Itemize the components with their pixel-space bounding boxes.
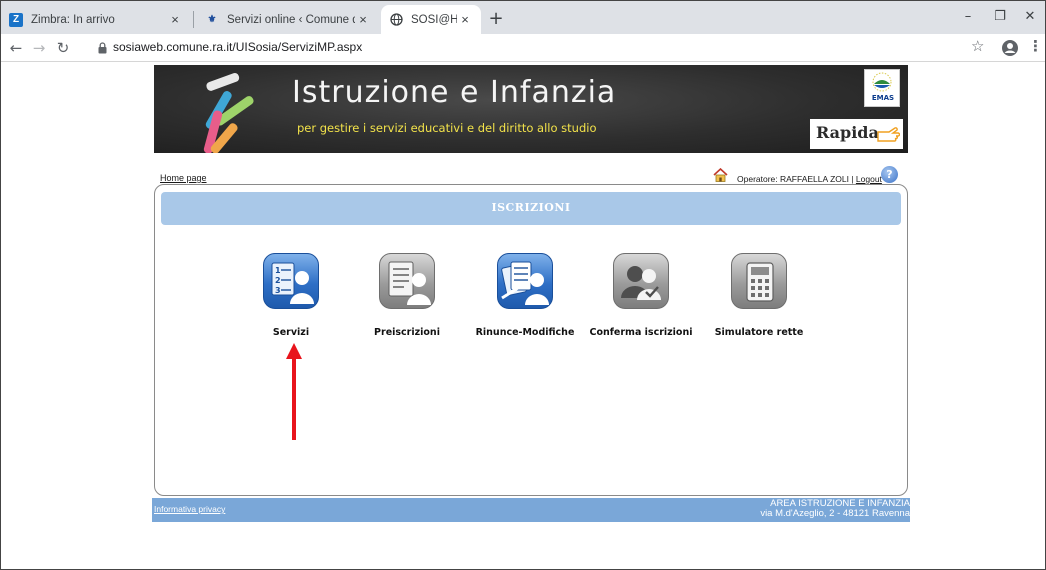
simulatore-rette-button[interactable]	[731, 253, 787, 309]
banner-title: Istruzione e Infanzia	[292, 75, 617, 110]
tab-sosi-home[interactable]: SOSI@HOME - Softech srl ×	[381, 5, 481, 34]
reload-icon[interactable]: ↻	[52, 37, 74, 59]
tab-zimbra[interactable]: Z Zimbra: In arrivo ×	[1, 5, 191, 34]
privacy-link[interactable]: Informativa privacy	[154, 504, 225, 514]
iscrizioni-panel: ISCRIZIONI	[154, 184, 908, 496]
restore-icon[interactable]: ❐	[985, 7, 1015, 27]
forward-icon[interactable]: →	[28, 37, 50, 59]
servizi-label[interactable]: Servizi	[256, 327, 326, 338]
documents-person-icon	[501, 261, 549, 305]
browser-toolbar: ← → ↻ sosiaweb.comune.ra.it/UISosia/Serv…	[1, 34, 1045, 62]
preiscrizioni-button[interactable]	[379, 253, 435, 309]
close-tab-icon[interactable]: ×	[355, 12, 371, 28]
emas-logo: EMAS	[864, 69, 900, 107]
footer-address-line2: via M.d'Azeglio, 2 - 48121 Ravenna	[760, 508, 910, 519]
rinunce-modifiche-button[interactable]	[497, 253, 553, 309]
servizi-button[interactable]: 1 2 3	[263, 253, 319, 309]
document-person-icon	[388, 261, 431, 305]
close-tab-icon[interactable]: ×	[167, 12, 183, 28]
home-page-link[interactable]: Home page	[160, 173, 207, 183]
browser-window: Z Zimbra: In arrivo × ⚜ Servizi online ‹…	[0, 0, 1046, 570]
conferma-iscrizioni-label[interactable]: Conferma iscrizioni	[585, 327, 697, 338]
svg-text:3: 3	[275, 286, 281, 295]
tab-separator	[193, 11, 194, 28]
header-banner: Istruzione e Infanzia per gestire i serv…	[154, 65, 908, 153]
panel-title: ISCRIZIONI	[491, 201, 571, 214]
numbered-list-person-icon: 1 2 3	[271, 262, 314, 304]
operator-separator: |	[848, 174, 856, 184]
simulatore-rette-label[interactable]: Simulatore rette	[711, 327, 807, 338]
people-check-icon	[621, 266, 661, 300]
emas-label: EMAS	[871, 94, 895, 102]
close-tab-icon[interactable]: ×	[457, 12, 473, 28]
footer-address: AREA ISTRUZIONE E INFANZIA via M.d'Azegl…	[760, 499, 910, 519]
rapida-label: Rapida	[816, 123, 879, 142]
close-window-icon[interactable]: ✕	[1015, 7, 1045, 27]
lock-icon	[98, 42, 107, 54]
profile-icon[interactable]	[1001, 39, 1019, 57]
rinunce-modifiche-label[interactable]: Rinunce-Modifiche	[470, 327, 580, 338]
page-footer: Informativa privacy AREA ISTRUZIONE E IN…	[152, 498, 910, 522]
comune-icon: ⚜	[207, 14, 217, 25]
chalk-sticks-icon	[203, 72, 254, 153]
conferma-iscrizioni-button[interactable]	[613, 253, 669, 309]
banner-subtitle: per gestire i servizi educativi e del di…	[297, 121, 597, 135]
tab-title: Servizi online ‹ Comune di Raven	[227, 13, 355, 26]
preiscrizioni-label[interactable]: Preiscrizioni	[367, 327, 447, 338]
globe-icon	[389, 13, 403, 27]
svg-text:1: 1	[275, 266, 281, 275]
calculator-icon	[746, 262, 774, 302]
rapida-logo: Rapida	[810, 119, 903, 149]
pointing-hand-icon	[877, 127, 900, 142]
address-bar[interactable]: sosiaweb.comune.ra.it/UISosia/ServiziMP.…	[113, 40, 362, 54]
red-arrow-annotation	[286, 343, 302, 440]
tab-title: Zimbra: In arrivo	[31, 13, 115, 26]
svg-text:2: 2	[275, 276, 281, 285]
kebab-menu-icon[interactable]: ⋮	[1028, 37, 1043, 55]
new-tab-button[interactable]: +	[485, 9, 507, 31]
logout-link[interactable]: Logout	[856, 174, 882, 184]
home-icon[interactable]	[713, 168, 728, 182]
back-icon[interactable]: ←	[5, 37, 27, 59]
emas-emblem-icon	[872, 72, 892, 92]
tab-strip: Z Zimbra: In arrivo × ⚜ Servizi online ‹…	[1, 1, 1045, 34]
operator-info: Operatore: RAFFAELLA ZOLI | Logout	[737, 174, 882, 184]
bookmark-star-icon[interactable]: ☆	[971, 37, 984, 55]
panel-header: ISCRIZIONI	[161, 192, 901, 225]
tab-servizi-online[interactable]: ⚜ Servizi online ‹ Comune di Raven ×	[197, 5, 379, 34]
help-icon[interactable]: ?	[881, 166, 898, 183]
zimbra-icon: Z	[9, 12, 23, 27]
minimize-icon[interactable]: –	[953, 7, 983, 27]
tab-title: SOSI@HOME - Softech srl	[411, 13, 457, 26]
operator-label: Operatore: RAFFAELLA ZOLI	[737, 174, 849, 184]
